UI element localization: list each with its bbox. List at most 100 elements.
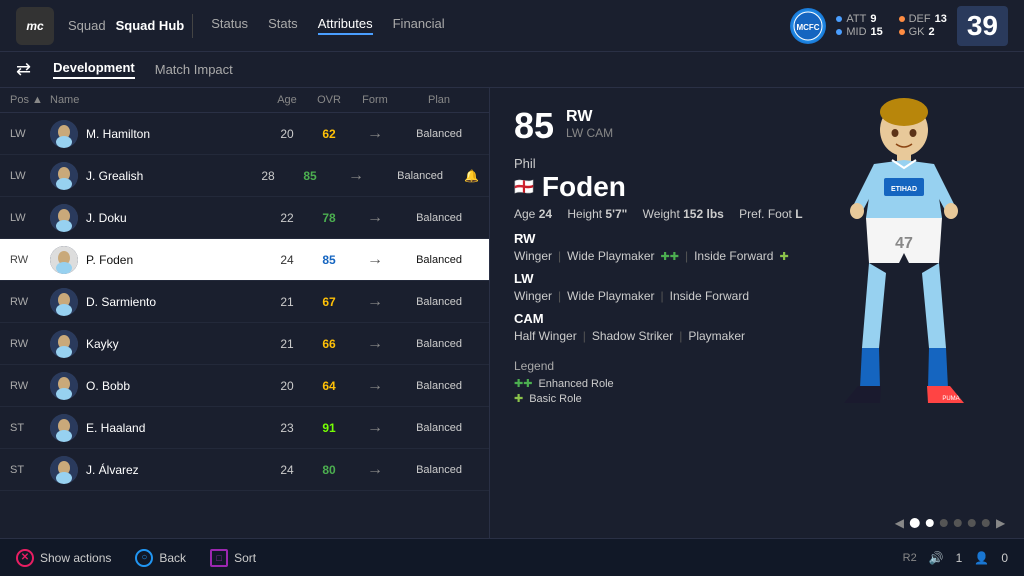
player-name: E. Haaland — [86, 421, 267, 435]
role-shadow-striker-cam: Shadow Striker — [592, 329, 673, 343]
volume-icon: 🔊 — [929, 551, 944, 565]
mid-label: MID — [846, 26, 866, 38]
show-actions-button[interactable]: ✕ Show actions — [16, 549, 111, 567]
back-label: Back — [159, 551, 186, 565]
player-ovr-cell: 62 — [307, 127, 351, 141]
player-position: RW — [10, 296, 50, 308]
tab-stats[interactable]: Stats — [268, 16, 298, 35]
tab-financial[interactable]: Financial — [393, 16, 445, 35]
dot-1[interactable] — [926, 519, 934, 527]
att-label: ATT — [846, 13, 866, 25]
squad-row[interactable]: LW M. Hamilton2062→Balanced — [0, 113, 489, 155]
att-value: 9 — [870, 13, 876, 25]
main-content: Pos ▲ Name Age OVR Form Plan LW M. Hamil… — [0, 88, 1024, 538]
player-plan-cell: Balanced — [380, 170, 460, 182]
total-squad-count: 39 — [957, 6, 1008, 46]
player-avatar — [50, 120, 78, 148]
gk-label: GK — [909, 26, 925, 38]
def-dot — [899, 16, 905, 22]
squad-row[interactable]: ST E. Haaland2391→Balanced — [0, 407, 489, 449]
r2-icon: R2 — [903, 552, 917, 564]
player-form-cell: → — [351, 461, 399, 479]
player-flag: 🏴󠁧󠁢󠁥󠁮󠁧󠁿 — [514, 177, 534, 197]
squad-row[interactable]: RW O. Bobb2064→Balanced — [0, 365, 489, 407]
role-playmaker-cam: Playmaker — [688, 329, 745, 343]
tab-attributes[interactable]: Attributes — [318, 16, 373, 35]
dot-5[interactable] — [982, 519, 990, 527]
player-ovr-cell: 64 — [307, 379, 351, 393]
player-name: J. Doku — [86, 211, 267, 225]
player-positions: RW LW CAM — [566, 108, 613, 140]
squad-row[interactable]: ST J. Álvarez2480→Balanced — [0, 449, 489, 491]
player-name: Kayky — [86, 337, 267, 351]
player-ovr-cell: 91 — [307, 421, 351, 435]
prev-arrow[interactable]: ◀ — [895, 516, 904, 530]
nav-squad[interactable]: Squad — [68, 18, 106, 33]
nav-separator — [192, 14, 193, 38]
sort-label: Sort — [234, 551, 256, 565]
squad-row[interactable]: RW D. Sarmiento2167→Balanced — [0, 281, 489, 323]
player-ovr-cell: 67 — [307, 295, 351, 309]
squad-row[interactable]: LW J. Doku2278→Balanced — [0, 197, 489, 239]
list-header: Pos ▲ Name Age OVR Form Plan — [0, 88, 489, 113]
nav-tabs: Status Stats Attributes Financial — [211, 16, 444, 35]
player-position: ST — [10, 464, 50, 476]
show-actions-label: Show actions — [40, 551, 111, 565]
sub-tabs-bar: ⇄ Development Match Impact — [0, 52, 1024, 88]
club-crest: MCFC — [790, 8, 826, 44]
player-age-cell: 23 — [267, 421, 307, 435]
role-winger-rw: Winger — [514, 249, 552, 263]
nav-title: Squad Hub — [116, 18, 185, 33]
back-button[interactable]: ○ Back — [135, 549, 186, 567]
role-inside-forward-rw: Inside Forward — [694, 249, 773, 263]
player-plan-cell: Balanced — [399, 464, 479, 476]
player-form-cell: → — [351, 377, 399, 395]
player-age-cell: 28 — [248, 169, 288, 183]
dot-3[interactable] — [954, 519, 962, 527]
player-avatar — [50, 246, 78, 274]
legend-basic-icon: ✚ — [514, 392, 523, 405]
x-button-icon: ✕ — [16, 549, 34, 567]
legend-enhanced-label: Enhanced Role — [538, 378, 613, 390]
gk-value: 2 — [929, 26, 935, 38]
dot-4[interactable] — [968, 519, 976, 527]
player-plan-cell: Balanced — [399, 338, 479, 350]
player-position: LW — [10, 170, 50, 182]
player-age-cell: 24 — [267, 463, 307, 477]
mid-dot — [836, 29, 842, 35]
sub-tab-match-impact[interactable]: Match Impact — [155, 62, 233, 77]
squad-row[interactable]: RW P. Foden2485→Balanced — [0, 239, 489, 281]
players-count: 0 — [1001, 551, 1008, 565]
mid-value: 15 — [871, 26, 883, 38]
player-form-cell: → — [351, 251, 399, 269]
player-name: M. Hamilton — [86, 127, 267, 141]
player-form-cell: → — [351, 419, 399, 437]
squad-row[interactable]: RW Kayky2166→Balanced — [0, 323, 489, 365]
header-name: Name — [50, 94, 267, 106]
sub-tab-icon: ⇄ — [16, 59, 31, 80]
player-last-name: Foden — [542, 171, 626, 203]
player-weight: Weight 152 lbs — [643, 207, 724, 221]
players-icon: 👤 — [974, 551, 989, 565]
player-ovr-cell: 66 — [307, 337, 351, 351]
sort-button[interactable]: □ Sort — [210, 549, 256, 567]
player-ovr-cell: 85 — [307, 253, 351, 267]
dot-0[interactable] — [910, 518, 920, 528]
dot-2[interactable] — [940, 519, 948, 527]
player-plan-cell: Balanced — [399, 380, 479, 392]
tab-status[interactable]: Status — [211, 16, 248, 35]
player-icon: 🔔 — [464, 169, 479, 183]
bottom-right-icons: R2 🔊 1 👤 0 — [903, 551, 1008, 565]
next-arrow[interactable]: ▶ — [996, 516, 1005, 530]
sub-tab-development[interactable]: Development — [53, 60, 135, 79]
player-ovr-cell: 78 — [307, 211, 351, 225]
player-form-cell: → — [351, 293, 399, 311]
player-avatar — [50, 372, 78, 400]
player-pos-alt: LW CAM — [566, 126, 613, 140]
squad-rows: LW M. Hamilton2062→BalancedLW J. Grealis… — [0, 113, 489, 538]
squad-row[interactable]: LW J. Grealish2885→Balanced🔔 — [0, 155, 489, 197]
svg-text:47: 47 — [895, 235, 913, 252]
player-plan-cell: Balanced — [399, 212, 479, 224]
role-half-winger-cam: Half Winger — [514, 329, 577, 343]
header-plan: Plan — [399, 94, 479, 106]
